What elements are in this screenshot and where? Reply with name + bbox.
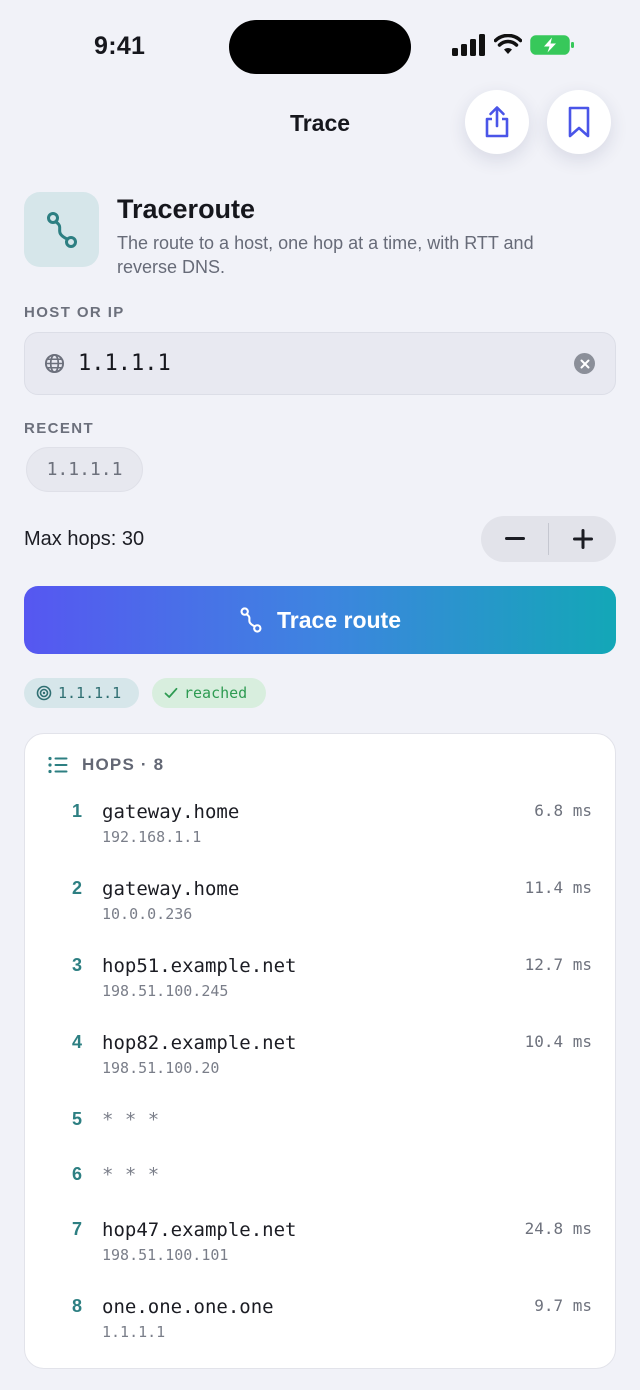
hops-card-header: HOPS · 8 bbox=[48, 755, 164, 775]
hop-number: 5 bbox=[72, 1109, 83, 1129]
hop-row[interactable]: 7 hop47.example.net 198.51.100.101 24.8 … bbox=[24, 1219, 616, 1279]
nav-title: Trace bbox=[289, 110, 351, 136]
globe-icon bbox=[44, 353, 65, 374]
hop-row[interactable]: 8 one.one.one.one 1.1.1.1 9.7 ms bbox=[24, 1296, 616, 1356]
hop-number: 7 bbox=[72, 1219, 83, 1239]
max-hops-label: Max hops: 30 bbox=[24, 528, 145, 550]
wifi-icon bbox=[494, 34, 522, 54]
hop-host: hop51.example.net bbox=[102, 955, 297, 977]
hop-row[interactable]: 2 gateway.home 10.0.0.236 11.4 ms bbox=[24, 878, 616, 938]
hop-row[interactable]: 1 gateway.home 192.168.1.1 6.8 ms bbox=[24, 801, 616, 861]
hop-ip: 198.51.100.245 bbox=[102, 982, 229, 1000]
host-label: HOST OR IP bbox=[24, 304, 125, 321]
signal-icon bbox=[452, 34, 485, 56]
reached-badge: reached bbox=[152, 678, 266, 708]
hop-host: hop47.example.net bbox=[102, 1219, 297, 1241]
list-icon bbox=[48, 756, 68, 774]
hop-host: one.one.one.one bbox=[102, 1296, 274, 1318]
route-icon bbox=[46, 211, 77, 248]
hop-host: hop82.example.net bbox=[102, 1032, 297, 1054]
hop-ip: 198.51.100.20 bbox=[102, 1059, 220, 1077]
minus-icon bbox=[504, 537, 525, 540]
hop-ip: 10.0.0.236 bbox=[102, 905, 193, 923]
hop-host: * * * bbox=[102, 1109, 160, 1131]
recent-label: RECENT bbox=[24, 420, 95, 437]
hop-rtt: 9.7 ms bbox=[534, 1296, 592, 1315]
hop-row[interactable]: 5 * * * bbox=[24, 1109, 616, 1149]
hop-number: 8 bbox=[72, 1296, 83, 1316]
share-icon bbox=[485, 106, 509, 138]
hop-number: 4 bbox=[72, 1032, 83, 1052]
check-icon bbox=[164, 687, 178, 698]
trace-route-label: Trace route bbox=[277, 606, 401, 633]
page-subtitle: The route to a host, one hop at a time, … bbox=[117, 233, 534, 277]
reached-text: reached bbox=[184, 684, 248, 702]
hop-host: gateway.home bbox=[102, 801, 240, 823]
hop-number: 3 bbox=[72, 955, 83, 975]
hop-ip: 192.168.1.1 bbox=[102, 828, 202, 846]
hop-number: 6 bbox=[72, 1164, 83, 1184]
route-icon bbox=[240, 607, 262, 633]
hops-card-title: HOPS · 8 bbox=[82, 755, 165, 774]
clear-input-button[interactable] bbox=[574, 353, 595, 374]
page-title: Traceroute bbox=[117, 194, 256, 224]
target-icon bbox=[36, 685, 52, 701]
dynamic-island bbox=[229, 20, 411, 74]
target-badge: 1.1.1.1 bbox=[24, 678, 139, 708]
host-input[interactable] bbox=[78, 346, 558, 380]
share-button[interactable] bbox=[465, 90, 529, 154]
bookmark-icon bbox=[568, 106, 590, 138]
hop-rtt: 6.8 ms bbox=[534, 801, 592, 820]
hop-ip: 198.51.100.101 bbox=[102, 1246, 229, 1264]
hop-rtt: 12.7 ms bbox=[524, 955, 592, 974]
hop-number: 1 bbox=[72, 801, 83, 821]
hop-row[interactable]: 4 hop82.example.net 198.51.100.20 10.4 m… bbox=[24, 1032, 616, 1092]
hop-row[interactable]: 3 hop51.example.net 198.51.100.245 12.7 … bbox=[24, 955, 616, 1015]
decrement-button[interactable] bbox=[481, 516, 548, 562]
hop-row[interactable]: 6 * * * bbox=[24, 1164, 616, 1204]
hop-rtt: 24.8 ms bbox=[524, 1219, 592, 1238]
traceroute-app-icon bbox=[24, 192, 99, 267]
status-time: 9:41 bbox=[94, 32, 146, 60]
hop-rtt: 11.4 ms bbox=[524, 878, 592, 897]
plus-icon bbox=[572, 529, 593, 549]
status-icons bbox=[452, 34, 576, 56]
clear-icon bbox=[580, 359, 589, 368]
hop-host: gateway.home bbox=[102, 878, 240, 900]
target-value: 1.1.1.1 bbox=[58, 684, 122, 702]
hop-ip: 1.1.1.1 bbox=[102, 1323, 166, 1341]
trace-route-button[interactable]: Trace route bbox=[24, 586, 616, 654]
recent-chip[interactable]: 1.1.1.1 bbox=[26, 447, 143, 492]
hop-number: 2 bbox=[72, 878, 83, 898]
bookmark-button[interactable] bbox=[547, 90, 611, 154]
max-hops-stepper bbox=[481, 516, 616, 562]
hop-rtt: 10.4 ms bbox=[524, 1032, 592, 1051]
hop-host: * * * bbox=[102, 1164, 160, 1186]
increment-button[interactable] bbox=[549, 516, 616, 562]
battery-icon bbox=[530, 35, 574, 55]
